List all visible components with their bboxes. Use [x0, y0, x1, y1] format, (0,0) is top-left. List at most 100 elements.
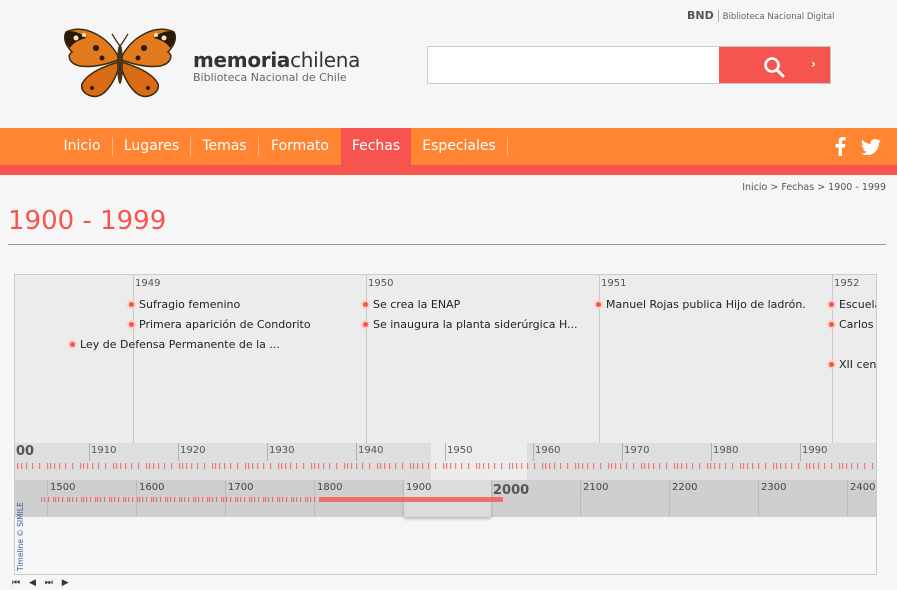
century-event-mark: [397, 497, 399, 502]
century-event-mark: [493, 497, 495, 502]
century-event-mark: [221, 497, 223, 502]
century-event-mark: [421, 497, 423, 502]
decade-event-mark: [455, 463, 457, 469]
century-event-mark: [170, 497, 172, 502]
decade-event-mark: [39, 463, 41, 469]
century-event-mark: [471, 497, 473, 502]
century-event-mark: [55, 497, 57, 502]
event-dot-icon: [361, 300, 370, 309]
decade-event-mark: [740, 463, 742, 469]
decade-event-mark: [395, 463, 397, 469]
timeline-event[interactable]: Ley de Defensa Permanente de la ...: [68, 338, 280, 352]
decade-event-mark: [633, 463, 635, 469]
century-event-mark: [207, 497, 209, 502]
decade-event-mark: [851, 463, 853, 469]
decade-event-mark: [422, 463, 424, 469]
nav-item-lugares[interactable]: Lugares: [113, 128, 190, 165]
timeline-event[interactable]: Sufragio femenino: [127, 298, 240, 312]
breadcrumb[interactable]: Inicio > Fechas > 1900 - 1999: [742, 182, 886, 193]
timeline-century-event-marks: [41, 497, 503, 502]
twitter-icon[interactable]: [861, 139, 881, 155]
century-event-mark: [128, 497, 130, 502]
century-event-mark: [184, 497, 186, 502]
century-event-mark: [409, 497, 411, 502]
decade-event-mark: [417, 463, 419, 469]
century-event-mark: [249, 497, 251, 502]
bnd-link[interactable]: BND Biblioteca Nacional Digital: [687, 9, 834, 22]
century-event-mark: [395, 497, 397, 502]
timeline-year-label: 1950: [368, 278, 394, 289]
fast-forward-icon[interactable]: ⏭: [45, 578, 53, 588]
decade-event-mark: [318, 463, 320, 469]
timeline-event[interactable]: Escuela: [827, 298, 876, 312]
century-event-mark: [100, 497, 102, 502]
timeline-event[interactable]: Manuel Rojas publica Hijo de ladrón.: [594, 298, 806, 312]
timeline-decade-band[interactable]: 00 1910 1920 1930 1940 1950 1960 1970 19…: [15, 443, 876, 480]
decade-event-mark: [587, 463, 589, 469]
nav-item-formato[interactable]: Formato: [259, 128, 341, 165]
decade-event-mark: [59, 463, 61, 469]
site-logo[interactable]: memoriachilena Biblioteca Nacional de Ch…: [62, 26, 360, 102]
decade-event-mark: [252, 463, 254, 469]
century-event-mark: [439, 497, 441, 502]
century-event-mark: [485, 497, 487, 502]
decade-event-mark: [809, 463, 811, 469]
century-event-mark: [359, 497, 361, 502]
decade-event-mark: [773, 463, 775, 469]
search-input[interactable]: [428, 47, 719, 83]
timeline-event[interactable]: Se crea la ENAP: [361, 298, 460, 312]
timeline-event[interactable]: Carlos: [827, 318, 873, 332]
decade-event-mark: [872, 463, 874, 469]
search-button[interactable]: ›: [719, 47, 830, 83]
decade-event-mark: [384, 463, 386, 469]
event-dot-icon: [827, 320, 836, 329]
century-event-mark: [235, 497, 237, 502]
nav-item-temas[interactable]: Temas: [191, 128, 258, 165]
decade-event-mark: [611, 463, 613, 469]
main-nav: Inicio Lugares Temas Formato Fechas Espe…: [0, 128, 897, 165]
century-event-mark: [381, 497, 383, 502]
timeline-event[interactable]: XII cens: [827, 358, 876, 372]
century-event-mark: [407, 497, 409, 502]
facebook-icon[interactable]: [834, 137, 846, 156]
century-event-mark: [216, 497, 218, 502]
decade-event-mark: [285, 463, 287, 469]
decade-event-mark: [296, 463, 298, 469]
decade-event-mark: [344, 463, 346, 469]
century-event-mark: [244, 497, 246, 502]
decade-event-mark: [710, 463, 712, 469]
century-event-mark: [114, 497, 116, 502]
decade-event-mark: [615, 463, 617, 469]
century-event-mark: [459, 497, 461, 502]
timeline-credit[interactable]: Timeline © SIMILE: [16, 502, 25, 571]
timeline-century-band[interactable]: 1500 1600 1700 1800 1900 2000 2100 2200 …: [15, 480, 876, 517]
decade-event-mark: [351, 463, 353, 469]
event-dot-icon: [68, 340, 77, 349]
nav-item-fechas[interactable]: Fechas: [341, 128, 411, 165]
nav-item-inicio[interactable]: Inicio: [52, 128, 112, 165]
decade-event-mark: [311, 463, 313, 469]
step-back-icon[interactable]: ◀: [29, 578, 36, 588]
title-divider: [8, 244, 886, 245]
nav-item-especiales[interactable]: Especiales: [411, 128, 507, 165]
timeline-event[interactable]: Primera aparición de Condorito: [127, 318, 311, 332]
decade-event-mark: [87, 463, 89, 469]
decade-event-mark: [230, 463, 232, 469]
century-event-mark: [363, 497, 365, 502]
timeline-event[interactable]: Se inaugura la planta siderúrgica H...: [361, 318, 578, 332]
century-event-mark: [353, 497, 355, 502]
decade-event-mark: [468, 463, 470, 469]
search-icon: [764, 57, 785, 78]
century-event-mark: [445, 497, 447, 502]
decade-event-mark: [92, 463, 94, 469]
rewind-icon[interactable]: ⏮: [12, 578, 20, 588]
decade-event-mark: [501, 463, 503, 469]
timeline-widget[interactable]: 1949 1950 1951 1952 Sufragio femenino Pr…: [14, 274, 877, 575]
century-event-mark: [387, 497, 389, 502]
decade-event-mark: [435, 463, 437, 469]
century-event-mark: [461, 497, 463, 502]
search-arrow-icon: ›: [811, 57, 816, 71]
timeline-event-band[interactable]: 1949 1950 1951 1952 Sufragio femenino Pr…: [15, 275, 876, 443]
step-forward-icon[interactable]: ▶: [62, 578, 69, 588]
decade-event-mark: [864, 463, 866, 469]
